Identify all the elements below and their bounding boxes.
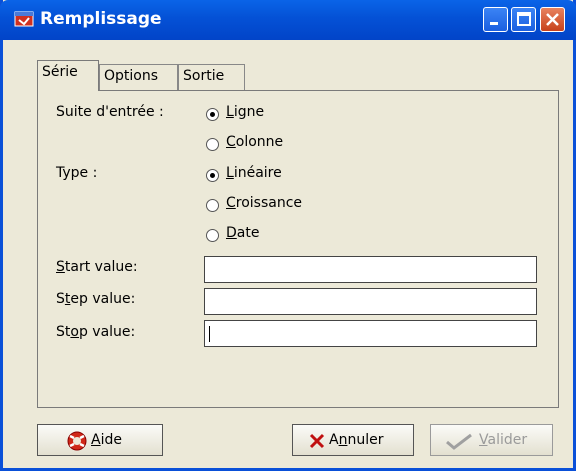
validate-button[interactable]: Valider (430, 424, 553, 456)
dialog-window: Remplissage Série Options Sortie Suite d… (0, 0, 576, 471)
radio-date[interactable] (206, 229, 219, 242)
stop-value-input[interactable] (204, 320, 537, 347)
tab-panel (37, 90, 559, 408)
maximize-icon (517, 12, 531, 26)
stop-value-label: Stop value: (56, 324, 136, 340)
window-title: Remplissage (40, 9, 162, 29)
radio-lineaire-label[interactable]: Linéaire (226, 165, 282, 181)
type-label: Type : (56, 165, 98, 181)
radio-croissance[interactable] (206, 199, 219, 212)
close-icon (546, 13, 559, 26)
help-button[interactable]: Aide (37, 424, 163, 456)
cancel-button-label: Annuler (329, 432, 384, 448)
cancel-x-icon (309, 433, 325, 449)
start-value-label: Start value: (56, 259, 138, 275)
maximize-button[interactable] (511, 7, 536, 32)
title-bar[interactable]: Remplissage (0, 0, 576, 40)
minimize-icon (490, 22, 498, 25)
suite-label: Suite d'entrée : (56, 104, 164, 120)
step-value-label: Step value: (56, 291, 136, 307)
text-caret (209, 326, 210, 342)
radio-dot (210, 112, 215, 117)
lifebuoy-icon (67, 431, 87, 451)
start-value-input[interactable] (204, 256, 537, 283)
radio-dot (210, 173, 215, 178)
radio-date-label[interactable]: Date (226, 225, 259, 241)
close-button[interactable] (540, 7, 565, 32)
validate-button-label: Valider (479, 432, 528, 448)
tab-label: Série (42, 64, 78, 80)
radio-lineaire[interactable] (206, 169, 219, 182)
radio-colonne[interactable] (206, 138, 219, 151)
tab-serie[interactable]: Série (37, 60, 99, 91)
radio-colonne-label[interactable]: Colonne (226, 134, 283, 150)
help-button-label: Aide (91, 432, 122, 448)
minimize-button[interactable] (483, 7, 508, 32)
app-icon (14, 11, 34, 27)
cancel-button[interactable]: Annuler (292, 424, 414, 456)
checkmark-icon (446, 433, 472, 450)
step-value-input[interactable] (204, 288, 537, 315)
radio-croissance-label[interactable]: Croissance (226, 195, 302, 211)
tab-options[interactable]: Options (99, 64, 178, 90)
tab-sortie[interactable]: Sortie (178, 64, 245, 90)
radio-ligne-label[interactable]: Ligne (226, 104, 264, 120)
tab-label: Options (104, 68, 159, 84)
radio-ligne[interactable] (206, 108, 219, 121)
tab-label: Sortie (183, 68, 225, 84)
